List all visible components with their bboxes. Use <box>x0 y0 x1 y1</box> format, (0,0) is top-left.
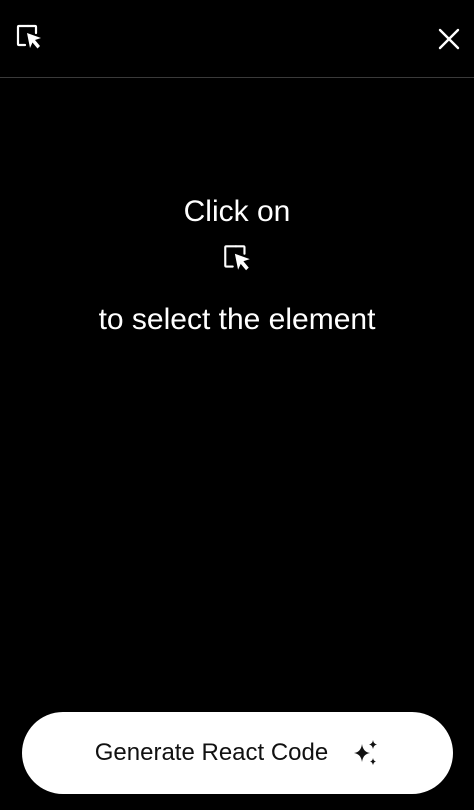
top-bar <box>0 0 474 78</box>
close-icon <box>438 28 460 50</box>
generate-react-code-button[interactable]: Generate React Code <box>22 712 453 794</box>
instructions: Click on to select the element <box>0 190 474 342</box>
instruction-line-2: to select the element <box>98 303 376 336</box>
sparkles-icon <box>350 738 380 768</box>
instruction-line-1: Click on <box>183 195 291 228</box>
element-selector-panel: Click on to select the element Generate … <box>0 0 474 810</box>
select-element-button[interactable] <box>12 20 46 54</box>
select-element-icon <box>16 24 41 49</box>
inline-select-icon-wrapper <box>0 242 474 280</box>
close-button[interactable] <box>434 24 464 54</box>
generate-button-label: Generate React Code <box>94 739 329 766</box>
select-element-icon <box>224 245 250 271</box>
